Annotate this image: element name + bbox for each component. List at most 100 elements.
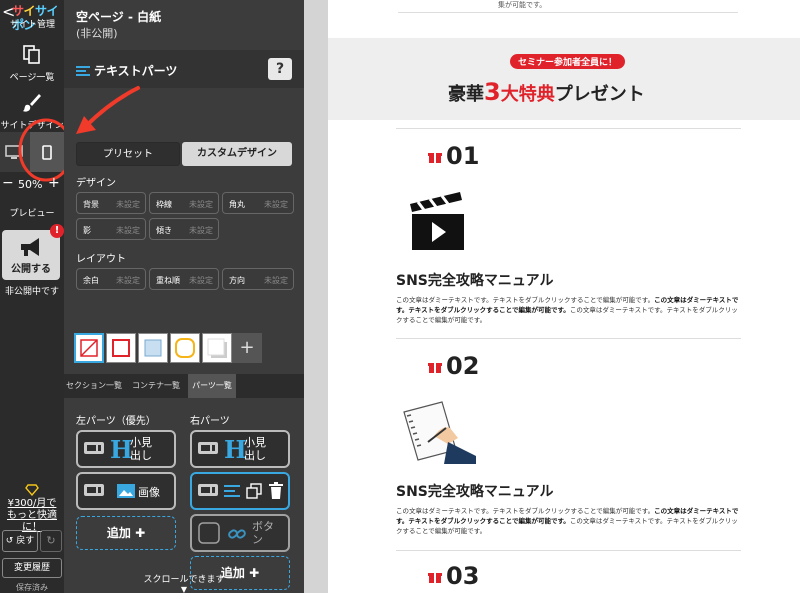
- help-button[interactable]: ?: [268, 58, 292, 80]
- left-image-part[interactable]: 画像: [76, 472, 176, 510]
- swatch-red-border[interactable]: [106, 333, 136, 363]
- benefit-title[interactable]: SNS完全攻略マニュアル: [396, 481, 553, 501]
- no-style-icon: [80, 339, 98, 357]
- zoom-in-button[interactable]: +: [48, 175, 60, 191]
- design-tilt-chip[interactable]: 傾き 未設定: [149, 218, 219, 240]
- device-both-icon: [198, 484, 218, 496]
- design-shadow-chip[interactable]: 影 未設定: [76, 218, 146, 240]
- image-icon: [117, 484, 135, 498]
- chip-value: 未設定: [116, 276, 140, 285]
- right-text-part-selected[interactable]: [190, 472, 290, 510]
- redo-button[interactable]: ↻: [40, 530, 62, 552]
- benefits-banner[interactable]: セミナー参加者全員に！ 豪華3大特典プレゼント: [328, 38, 800, 120]
- benefit-title[interactable]: SNS完全攻略マニュアル: [396, 270, 553, 290]
- chip-value: 未設定: [189, 226, 213, 235]
- banner-headline: 豪華3大特典プレゼント: [448, 78, 645, 106]
- text-lines-icon: [76, 66, 90, 76]
- yellow-rounded-icon: [175, 338, 195, 358]
- undo-redo-row: ↺ 戻す ↻: [0, 530, 64, 552]
- headline-mid: 大特典: [500, 84, 555, 105]
- device-both-icon: [84, 442, 104, 454]
- zoom-control: − 50% +: [0, 174, 64, 196]
- swatch-shadow[interactable]: [202, 333, 232, 363]
- section-divider: [396, 128, 741, 129]
- editor-panel: 空ページ - 白紙 (非公開) テキストパーツ ? プリセット カスタムデザイン…: [64, 0, 304, 593]
- layout-zindex-chip[interactable]: 重ね順 未設定: [149, 268, 219, 290]
- upgrade-link[interactable]: ¥300/月で もっと快適に！: [0, 484, 64, 534]
- pages-button[interactable]: ページ一覧: [0, 44, 64, 83]
- left-sidebar: < サイサイポン サイト管理 ページ一覧 サイトデザイン − 50% + プレビ…: [0, 0, 74, 593]
- shadow-icon: [207, 338, 227, 358]
- swatch-blue-fill[interactable]: [138, 333, 168, 363]
- gift-icon: [428, 573, 442, 583]
- design-background-chip[interactable]: 背景 未設定: [76, 192, 146, 214]
- chip-value: 未設定: [264, 200, 288, 209]
- notebook-pen-icon[interactable]: [398, 398, 478, 464]
- body-normal: この文章はダミーテキストです。テキストをダブルクリックすることで編集が可能です。: [396, 296, 655, 304]
- swatch-none[interactable]: [74, 333, 104, 363]
- tab-parts-list[interactable]: パーツ一覧: [188, 374, 236, 398]
- publish-button[interactable]: ! 公開する: [2, 224, 64, 280]
- right-button-part[interactable]: ボタン: [190, 514, 290, 552]
- saved-status: 保存済み: [16, 583, 48, 592]
- undo-label: 戻す: [16, 536, 35, 546]
- undo-button[interactable]: ↺ 戻す: [2, 530, 38, 552]
- chip-value: 未設定: [189, 276, 213, 285]
- tab-container-list[interactable]: コンテナ一覧: [126, 374, 186, 398]
- text-lines-icon: [224, 485, 240, 497]
- tab-custom-design[interactable]: カスタムデザイン: [182, 142, 292, 166]
- headline-post: プレゼント: [554, 84, 645, 105]
- benefit-number[interactable]: 01: [428, 142, 479, 170]
- zoom-out-button[interactable]: −: [2, 175, 14, 191]
- brush-icon: [23, 94, 41, 112]
- red-border-icon: [112, 339, 130, 357]
- benefit-body[interactable]: この文章はダミーテキストです。テキストをダブルクリックすることで編集が可能です。…: [396, 295, 741, 325]
- upgrade-line-1: ¥300/月で: [7, 498, 57, 509]
- copy-icon[interactable]: [246, 483, 262, 499]
- brand-subtitle: サイト管理: [10, 20, 56, 30]
- clapperboard-icon[interactable]: [408, 190, 466, 252]
- history-button[interactable]: 変更履歴: [2, 558, 62, 578]
- chip-label: 方向: [229, 276, 245, 285]
- scroll-hint-text: スクロールできます: [143, 575, 225, 585]
- label-line-1: 小見: [130, 436, 152, 449]
- heading-part-label: 小見 出し: [244, 436, 266, 462]
- gift-icon: [428, 153, 442, 163]
- layout-group-label: レイアウト: [76, 254, 126, 265]
- benefit-body[interactable]: この文章はダミーテキストです。テキストをダブルクリックすることで編集が可能です。…: [396, 506, 741, 536]
- add-label: 追加: [106, 526, 131, 540]
- left-heading-part[interactable]: H 小見 出し: [76, 430, 176, 468]
- benefit-number[interactable]: 03: [428, 562, 479, 590]
- benefit-number[interactable]: 02: [428, 352, 479, 380]
- left-add-button[interactable]: 追加 ✚: [76, 516, 176, 550]
- swatch-yellow-rounded[interactable]: [170, 333, 200, 363]
- benefit-number-text: 03: [446, 562, 480, 590]
- device-both-icon: [198, 442, 218, 454]
- publish-status: 非公開中です: [4, 287, 59, 297]
- headline-pre: 豪華: [448, 84, 484, 105]
- megaphone-icon: [21, 238, 39, 256]
- label-line-1: 小見: [244, 436, 266, 449]
- panel-tabs: セクション一覧 コンテナ一覧 パーツ一覧: [64, 374, 304, 398]
- blue-fill-icon: [144, 339, 162, 357]
- design-radius-chip[interactable]: 角丸 未設定: [222, 192, 294, 214]
- right-heading-part[interactable]: H 小見 出し: [190, 430, 290, 468]
- label-line-2: 出し: [130, 449, 152, 462]
- tab-preset[interactable]: プリセット: [76, 142, 180, 166]
- preview-button[interactable]: プレビュー: [0, 206, 64, 219]
- design-border-chip[interactable]: 枠線 未設定: [149, 192, 219, 214]
- tab-section-list[interactable]: セクション一覧: [64, 374, 124, 398]
- page-canvas: 集が可能です。 セミナー参加者全員に！ 豪華3大特典プレゼント 01 SNS完全…: [328, 0, 800, 593]
- layout-margin-chip[interactable]: 余白 未設定: [76, 268, 146, 290]
- trash-icon[interactable]: [268, 482, 284, 500]
- brand-link[interactable]: < サイサイポン サイト管理: [0, 0, 64, 36]
- chip-label: 影: [83, 226, 91, 235]
- parts-name: テキストパーツ: [94, 64, 178, 78]
- left-parts-label: 左パーツ（優先）: [76, 416, 156, 427]
- panel-divider[interactable]: [304, 0, 328, 593]
- pages-icon: [23, 45, 40, 64]
- zoom-value: 50%: [18, 178, 43, 191]
- chip-label: 背景: [83, 200, 99, 209]
- layout-direction-chip[interactable]: 方向 未設定: [222, 268, 294, 290]
- add-swatch-button[interactable]: +: [232, 333, 262, 363]
